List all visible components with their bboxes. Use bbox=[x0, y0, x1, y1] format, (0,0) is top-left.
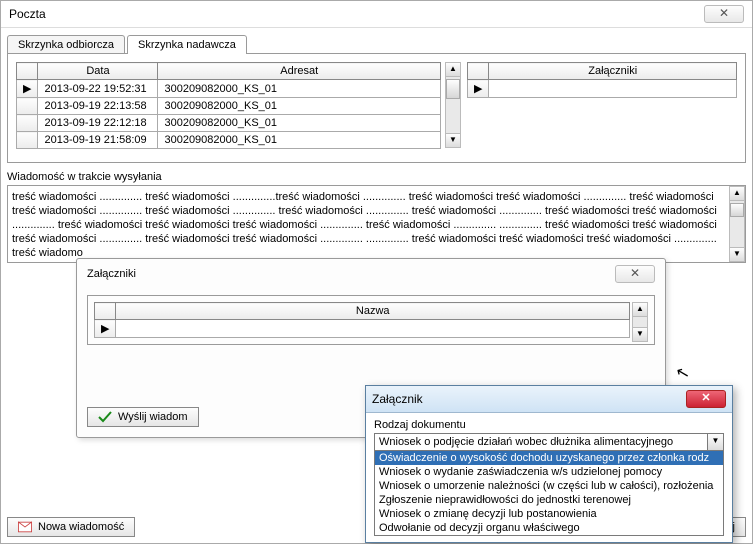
table-row[interactable]: 2013-09-19 21:58:09 300209082000_KS_01 bbox=[17, 132, 441, 149]
dropdown-option[interactable]: Wniosek o zmianę decyzji lub postanowien… bbox=[375, 507, 723, 521]
dropdown-option[interactable]: Wniosek o umorzenie należności (w części… bbox=[375, 479, 723, 493]
table-row[interactable]: 2013-09-19 22:12:18 300209082000_KS_01 bbox=[17, 115, 441, 132]
window-title: Poczta bbox=[9, 7, 46, 21]
attachments-inner-table[interactable]: Nazwa ▶ bbox=[94, 302, 630, 338]
table-row[interactable]: 2013-09-19 22:13:58 300209082000_KS_01 bbox=[17, 98, 441, 115]
attachments-table[interactable]: Załączniki ▶ bbox=[467, 62, 737, 98]
dropdown-option[interactable]: Wniosek o wydanie zaświadczenia w/s udzi… bbox=[375, 465, 723, 479]
message-scrollbar[interactable]: ▲ ▼ bbox=[729, 186, 745, 262]
new-message-button[interactable]: Nowa wiadomość bbox=[7, 517, 135, 537]
send-message-button[interactable]: Wyślij wiadom bbox=[87, 407, 199, 427]
document-type-dropdown[interactable]: Oświadczenie o wysokość dochodu uzyskane… bbox=[374, 451, 724, 536]
messages-table[interactable]: Data Adresat ▶ 2013-09-22 19:52:31 30020… bbox=[16, 62, 441, 149]
titlebar: Poczta ✕ bbox=[1, 1, 752, 28]
check-icon bbox=[98, 411, 112, 423]
dropdown-option[interactable]: Oświadczenie o wysokość dochodu uzyskane… bbox=[375, 451, 723, 465]
dropdown-option[interactable]: Zgłoszenie nieprawidłowości do jednostki… bbox=[375, 493, 723, 507]
scroll-down-icon[interactable]: ▼ bbox=[446, 133, 460, 147]
sending-label: Wiadomość w trakcie wysyłania bbox=[7, 171, 746, 183]
scroll-down-icon[interactable]: ▼ bbox=[730, 247, 744, 261]
scroll-down-icon[interactable]: ▼ bbox=[633, 327, 647, 341]
attach-scrollbar[interactable]: ▲ ▼ bbox=[632, 302, 648, 342]
scroll-up-icon[interactable]: ▲ bbox=[633, 303, 647, 317]
document-type-window: Załącznik ✕ Rodzaj dokumentu Wniosek o p… bbox=[365, 385, 733, 543]
col-marker bbox=[17, 63, 38, 80]
row-marker-icon: ▶ bbox=[17, 80, 38, 98]
col-name[interactable]: Nazwa bbox=[116, 303, 630, 320]
attachments-title: Załączniki bbox=[87, 268, 136, 280]
tab-body: Data Adresat ▶ 2013-09-22 19:52:31 30020… bbox=[7, 53, 746, 163]
tab-outbox[interactable]: Skrzynka nadawcza bbox=[127, 35, 247, 54]
document-type-close-button[interactable]: ✕ bbox=[686, 390, 726, 408]
col-recipient[interactable]: Adresat bbox=[158, 63, 441, 80]
mail-icon bbox=[18, 521, 32, 533]
col-date[interactable]: Data bbox=[38, 63, 158, 80]
row-marker-icon: ▶ bbox=[468, 80, 489, 98]
document-type-label: Rodzaj dokumentu bbox=[374, 419, 724, 431]
table-row[interactable]: ▶ bbox=[95, 320, 630, 338]
attachments-close-button[interactable]: ✕ bbox=[615, 265, 655, 283]
document-type-value: Wniosek o podjęcie działań wobec dłużnik… bbox=[375, 434, 707, 450]
tabs: Skrzynka odbiorcza Skrzynka nadawcza bbox=[1, 28, 752, 53]
messages-scrollbar[interactable]: ▲ ▼ bbox=[445, 62, 461, 148]
document-type-combo[interactable]: Wniosek o podjęcie działań wobec dłużnik… bbox=[374, 433, 724, 451]
document-type-title: Załącznik bbox=[372, 392, 423, 406]
scroll-thumb[interactable] bbox=[730, 203, 744, 217]
scroll-thumb[interactable] bbox=[446, 79, 460, 99]
row-marker-icon: ▶ bbox=[95, 320, 116, 338]
message-body[interactable]: treść wiadomości .............. treść wi… bbox=[7, 185, 746, 263]
tab-inbox[interactable]: Skrzynka odbiorcza bbox=[7, 35, 125, 54]
window-close-button[interactable]: ✕ bbox=[704, 5, 744, 23]
dropdown-option[interactable]: Odwołanie od decyzji organu właściwego bbox=[375, 521, 723, 535]
scroll-up-icon[interactable]: ▲ bbox=[446, 63, 460, 77]
col-attach[interactable]: Załączniki bbox=[489, 63, 737, 80]
table-row[interactable]: ▶ bbox=[468, 80, 737, 98]
scroll-up-icon[interactable]: ▲ bbox=[730, 187, 744, 201]
chevron-down-icon[interactable]: ▼ bbox=[707, 434, 723, 450]
table-row[interactable]: ▶ 2013-09-22 19:52:31 300209082000_KS_01 bbox=[17, 80, 441, 98]
